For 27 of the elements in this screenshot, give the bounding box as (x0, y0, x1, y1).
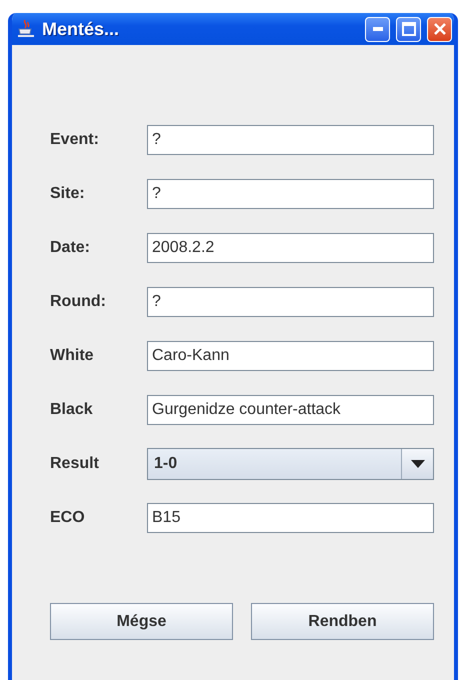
field-label: Black (50, 401, 94, 419)
field-label: Date: (50, 239, 92, 257)
input-field[interactable]: B15 (147, 503, 434, 533)
minimize-button[interactable] (365, 16, 390, 42)
input-field[interactable]: Gurgenidze counter-attack (147, 395, 434, 425)
maximize-icon (402, 22, 416, 36)
field-label: ECO (50, 509, 86, 527)
close-icon (432, 22, 446, 36)
maximize-button[interactable] (396, 16, 421, 42)
field-label: Event: (50, 131, 100, 149)
input-field[interactable]: 2008.2.2 (147, 233, 434, 263)
dropdown-arrow-icon (410, 460, 424, 468)
ok-button[interactable]: Rendben (251, 603, 434, 640)
close-button[interactable] (427, 16, 452, 42)
field-label: Site: (50, 185, 86, 203)
field-label: Round: (50, 293, 107, 311)
coffee-cup-icon (16, 19, 36, 39)
input-field[interactable]: ? (147, 179, 434, 209)
result-dropdown[interactable]: 1-0 (147, 448, 434, 480)
input-field[interactable]: ? (147, 287, 434, 317)
input-field[interactable]: Caro-Kann (147, 341, 434, 371)
field-label: White (50, 347, 95, 365)
cancel-button[interactable]: Mégse (50, 603, 233, 640)
field-label: Result (50, 455, 100, 473)
window-title: Mentés... (42, 18, 120, 40)
input-field[interactable]: ? (147, 125, 434, 155)
minimize-icon (372, 27, 382, 31)
